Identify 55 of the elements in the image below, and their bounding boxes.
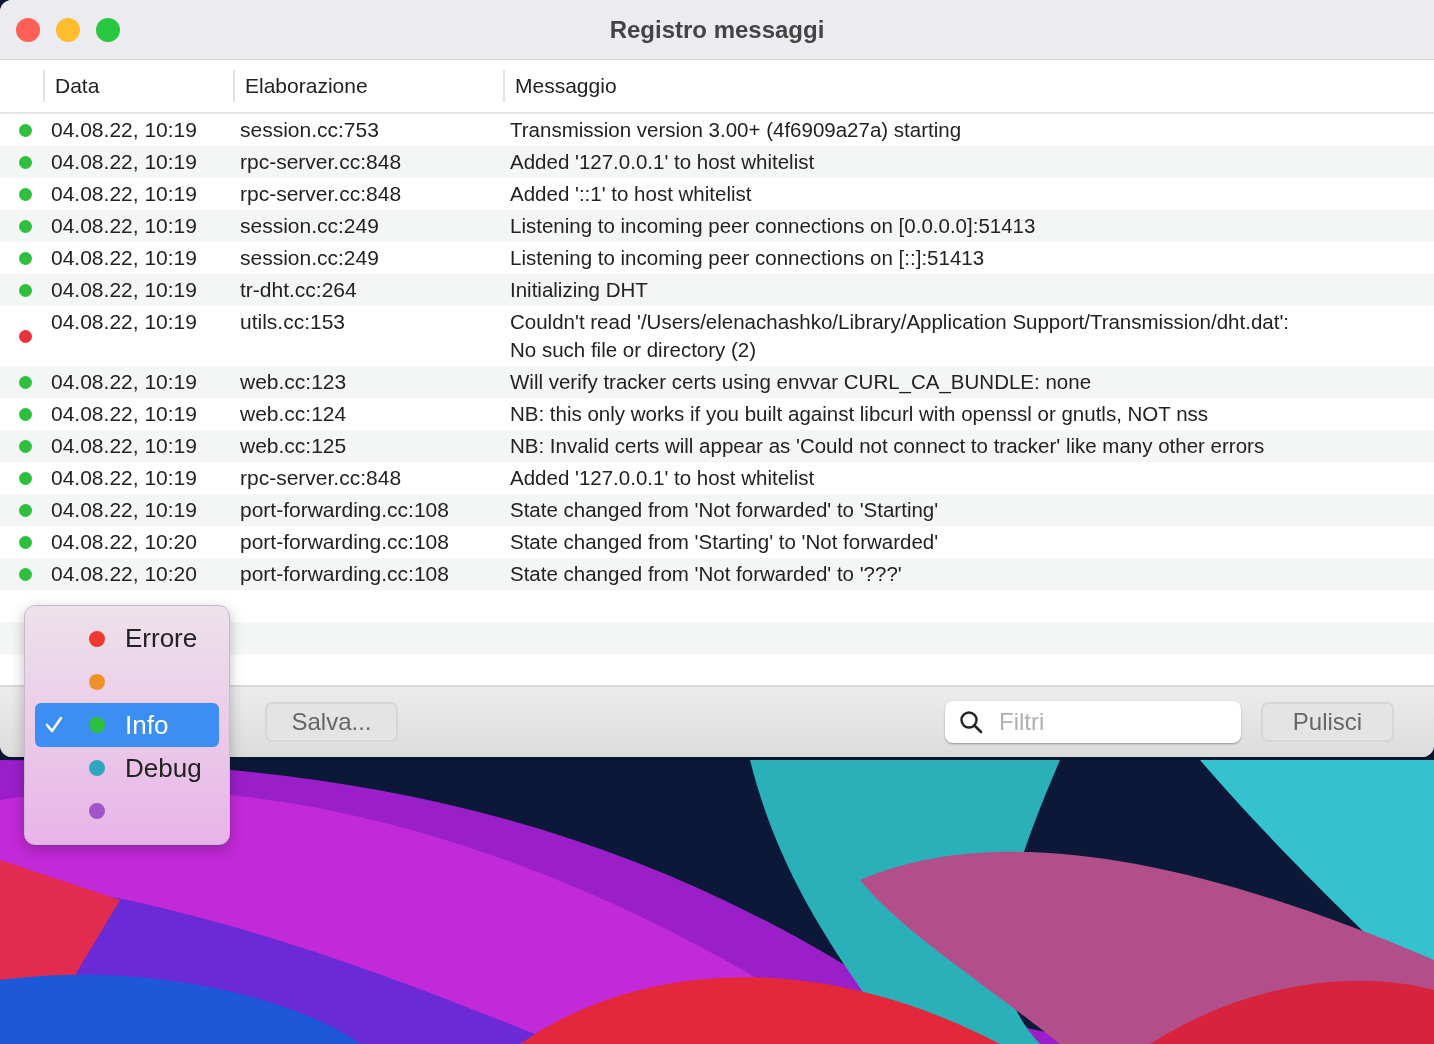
table-cell-text: 04.08.22, 10:19: [51, 117, 198, 143]
table-cell-text: session.cc:249: [240, 245, 380, 271]
table-cell-text: session.cc:249: [240, 213, 380, 239]
table-cell-text: port-forwarding.cc:108: [240, 497, 450, 523]
menu-item[interactable]: Debug: [35, 746, 219, 790]
table-cell-text: web.cc:125: [240, 433, 348, 459]
table-cell-text: web.cc:124: [240, 401, 348, 427]
table-cell-text: 04.08.22, 10:19: [51, 309, 198, 335]
table-cell-text: NB: this only works if you built against libcurl with openssl or gnutls, NOT nss: [510, 401, 1210, 427]
minimize-button[interactable]: [56, 17, 80, 42]
table-cell-text: Will verify tracker certs using envvar CURL_CA_BUNDLE: none: [510, 369, 1093, 396]
zoom-button[interactable]: [96, 17, 120, 42]
window-title: Registro messaggi: [608, 15, 826, 44]
table-cell-text: State changed from 'Not forwarded' to 'Starting': [510, 497, 940, 523]
save-button[interactable]: Salva...: [265, 702, 398, 742]
table-cell-text: rpc-server.cc:848: [240, 465, 403, 491]
table-cell-text: 04.08.22, 10:19: [51, 149, 198, 175]
table-cell-text: port-forwarding.cc:108: [240, 529, 450, 555]
table-cell-text: 04.08.22, 10:19: [51, 181, 198, 207]
table-cell-text: Added '::1' to host whitelist: [510, 181, 753, 207]
table-cell-text: Added '127.0.0.1' to host whitelist: [510, 465, 816, 491]
table-cell-text: utils.cc:153: [240, 309, 347, 335]
table-cell-text: 04.08.22, 10:19: [51, 401, 198, 427]
table-cell-text: Transmission version 3.00+ (4f6909a27a) starting: [510, 117, 963, 143]
menu-item[interactable]: Errore: [35, 617, 219, 661]
table-cell-text: 04.08.22, 10:20: [51, 561, 198, 587]
checkmark-icon: [43, 715, 65, 735]
table-cell-text: 04.08.22, 10:19: [51, 213, 198, 239]
table-cell-text: Couldn't read '/Users/elenachashko/Library/Application Support/Transmission/dht.dat': No such file or directory (2): [510, 309, 1290, 363]
table-cell-text: Added '127.0.0.1' to host whitelist: [510, 149, 816, 175]
table-cell-text: Listening to incoming peer connections on [0.0.0.0]:51413: [510, 213, 1037, 239]
table-cell-text: 04.08.22, 10:19: [51, 497, 198, 523]
table-cell-text: Listening to incoming peer connections on [::]:51413: [510, 245, 986, 271]
table-cell-text: rpc-server.cc:848: [240, 181, 403, 207]
column-header[interactable]: Messaggio: [503, 70, 1434, 102]
table-cell-text: tr-dht.cc:264: [240, 277, 358, 303]
column-header[interactable]: Elaborazione: [233, 70, 503, 102]
table-cell-text: web.cc:123: [240, 369, 348, 395]
close-button[interactable]: [16, 17, 40, 42]
table-cell-text: 04.08.22, 10:19: [51, 245, 198, 271]
table-cell-text: State changed from 'Starting' to 'Not forwarded': [510, 529, 940, 555]
table-cell-text: 04.08.22, 10:20: [51, 529, 198, 555]
table-cell-text: State changed from 'Not forwarded' to '???': [510, 561, 903, 587]
table-cell-text: 04.08.22, 10:19: [51, 277, 198, 303]
column-header[interactable]: Data: [43, 70, 233, 102]
clear-button[interactable]: Pulisci: [1261, 702, 1394, 742]
table-cell-text: Initializing DHT: [510, 277, 649, 303]
table-cell-text: 04.08.22, 10:19: [51, 369, 198, 395]
table-cell-text: 04.08.22, 10:19: [51, 433, 198, 459]
search-field[interactable]: Filtri: [945, 701, 1241, 743]
table-cell-text: rpc-server.cc:848: [240, 149, 403, 175]
table-cell-text: session.cc:753: [240, 117, 380, 143]
table-cell-text: 04.08.22, 10:19: [51, 465, 198, 491]
table-cell-text: port-forwarding.cc:108: [240, 561, 450, 587]
table-cell-text: NB: Invalid certs will appear as 'Could not connect to tracker' like many other errors: [510, 433, 1266, 459]
